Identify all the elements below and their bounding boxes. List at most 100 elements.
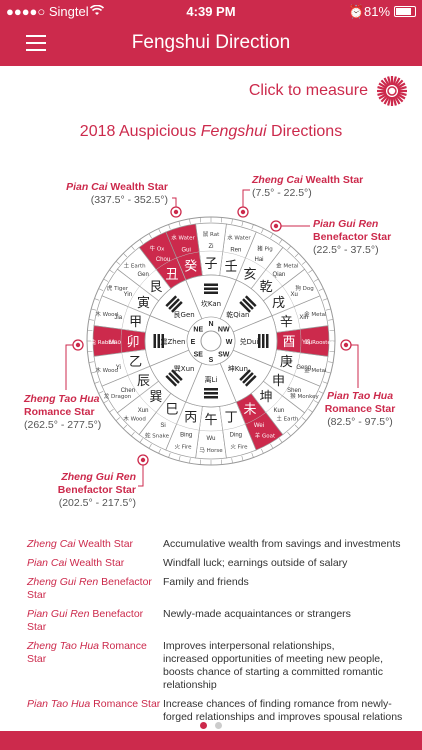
sector-character: 辛 bbox=[280, 315, 293, 330]
page-dot[interactable] bbox=[215, 722, 222, 729]
legend-description: Newly-made acquaintances or strangers bbox=[163, 608, 351, 620]
star-marker-dot bbox=[140, 457, 146, 463]
legend-row: Zheng Gui Ren Benefactor Star Family and … bbox=[27, 576, 407, 602]
star-type: Wealth Star bbox=[302, 174, 364, 186]
sector-element: 水 Water bbox=[227, 234, 251, 242]
sector-pinyin: Yin bbox=[124, 292, 132, 298]
star-marker-dot bbox=[273, 223, 279, 229]
sector-element: 木 Wood bbox=[95, 366, 118, 374]
sector-element: 鸡 Rooster bbox=[305, 338, 334, 346]
page-dot-active[interactable] bbox=[200, 722, 207, 729]
sector-pinyin: Wei bbox=[254, 423, 264, 429]
legend-star-type: Romance Star bbox=[90, 698, 161, 710]
sector-character: 丁 bbox=[225, 410, 238, 425]
leader-line bbox=[65, 344, 73, 390]
compass-center bbox=[200, 330, 222, 352]
star-type: Benefactor Star bbox=[313, 231, 392, 243]
sector-character: 卯 bbox=[126, 335, 139, 350]
sector-character: 癸 bbox=[184, 260, 197, 275]
sector-element: 马 Horse bbox=[199, 446, 223, 454]
trigram-bar bbox=[204, 396, 218, 399]
sector-character: 子 bbox=[204, 257, 217, 272]
trigram-name: 兑Dui bbox=[240, 337, 259, 346]
sector-pinyin: Kun bbox=[274, 408, 285, 414]
star-marker-dot bbox=[240, 209, 246, 215]
star-legend: Zheng Cai Wealth Star Accumulative wealth… bbox=[27, 538, 407, 730]
sector-element: 金 Metal bbox=[304, 366, 327, 374]
legend-star-italic: Pian Cai bbox=[27, 557, 67, 569]
sector-element: 水 Water bbox=[171, 234, 195, 242]
star-label-pian-gui-ren: Pian Gui Ren Benefactor Star (22.5° - 37… bbox=[313, 218, 413, 257]
sector-character: 辰 bbox=[137, 374, 150, 389]
direction-label: SE bbox=[194, 352, 204, 359]
legend-star-type: Wealth Star bbox=[75, 538, 134, 550]
sector-pinyin: Xun bbox=[138, 408, 149, 414]
sector-character: 壬 bbox=[225, 260, 238, 275]
trigram-name: 巽Xun bbox=[174, 365, 195, 373]
trigram-bar bbox=[204, 291, 218, 294]
sector-character: 申 bbox=[272, 374, 285, 389]
star-type: Benefactor Star bbox=[57, 484, 136, 496]
sector-pinyin: Hai bbox=[254, 257, 263, 263]
star-name: Pian Tao Hua bbox=[326, 390, 394, 402]
sector-character: 酉 bbox=[282, 335, 295, 350]
direction-label: NE bbox=[193, 326, 203, 333]
legend-star-name: Zheng Tao Hua Romance Star bbox=[27, 640, 163, 692]
sector-pinyin: Xu bbox=[290, 292, 297, 298]
leader-line bbox=[242, 189, 250, 207]
direction-label: N bbox=[208, 321, 213, 328]
legend-star-name: Zheng Gui Ren Benefactor Star bbox=[27, 576, 163, 602]
trigram-icon bbox=[204, 283, 218, 294]
star-label-pian-cai: Pian Cai Wealth Star (337.5° - 352.5°) bbox=[62, 181, 168, 207]
sector-pinyin: Wu bbox=[207, 436, 216, 442]
sector-pinyin: Ding bbox=[230, 433, 242, 439]
sector-element: 虎 Tiger bbox=[107, 284, 129, 292]
trigram-bar bbox=[262, 334, 265, 348]
sector-pinyin: Ren bbox=[230, 247, 241, 253]
sector-element: 鼠 Rat bbox=[203, 230, 220, 238]
trigram-bar bbox=[204, 283, 218, 286]
trigram-bar bbox=[204, 388, 218, 391]
legend-row: Pian Cai Wealth Star Windfall luck; earni… bbox=[27, 557, 407, 570]
star-name: Pian Cai bbox=[66, 181, 108, 193]
legend-description: Improves interpersonal relationships, in… bbox=[163, 640, 384, 691]
sector-pinyin: Si bbox=[160, 423, 165, 429]
sector-element: 兔 Rabbit bbox=[91, 338, 117, 346]
sector-element: 火 Fire bbox=[230, 444, 248, 450]
sector-element: 金 Metal bbox=[304, 310, 327, 318]
star-type: Wealth Star bbox=[107, 181, 168, 193]
trigram-name: 坤Kun bbox=[228, 364, 248, 373]
sector-character: 丑 bbox=[165, 267, 178, 282]
trigram-icon bbox=[204, 388, 218, 399]
leader-line bbox=[138, 465, 144, 487]
sector-character: 戌 bbox=[272, 296, 285, 311]
sector-element: 狗 Dog bbox=[295, 284, 313, 292]
sector-pinyin: Gen bbox=[137, 272, 148, 278]
sector-character: 坤 bbox=[260, 390, 273, 405]
star-range: (7.5° - 22.5°) bbox=[252, 187, 312, 199]
sector-element: 土 Earth bbox=[276, 414, 299, 422]
legend-star-italic: Pian Gui Ren bbox=[27, 608, 90, 620]
star-label-zheng-cai: Zheng Cai Wealth Star (7.5° - 22.5°) bbox=[252, 174, 372, 200]
legend-star-name: Pian Cai Wealth Star bbox=[27, 557, 163, 570]
sector-pinyin: Bing bbox=[180, 433, 192, 439]
direction-label: E bbox=[191, 339, 196, 346]
sector-element: 木 Wood bbox=[95, 310, 118, 318]
star-marker-dot bbox=[75, 342, 81, 348]
star-marker-dot bbox=[343, 342, 349, 348]
sector-character: 乾 bbox=[260, 280, 273, 295]
direction-label: W bbox=[226, 339, 233, 346]
star-name: Pian Gui Ren bbox=[313, 218, 379, 230]
star-range: (202.5° - 217.5°) bbox=[58, 497, 136, 509]
sector-character: 丙 bbox=[184, 410, 197, 425]
trigram-bar bbox=[266, 334, 269, 348]
star-name: Zheng Gui Ren bbox=[61, 471, 136, 483]
sector-element: 土 Earth bbox=[124, 262, 147, 270]
sector-element: 金 Metal bbox=[276, 262, 299, 270]
sector-character: 午 bbox=[204, 413, 217, 428]
sector-pinyin: Chou bbox=[156, 257, 170, 263]
direction-label: S bbox=[209, 357, 214, 364]
legend-row: Zheng Tao Hua Romance Star Improves inter… bbox=[27, 640, 407, 692]
sector-character: 乙 bbox=[129, 355, 142, 370]
sector-element: 羊 Goat bbox=[255, 432, 276, 440]
